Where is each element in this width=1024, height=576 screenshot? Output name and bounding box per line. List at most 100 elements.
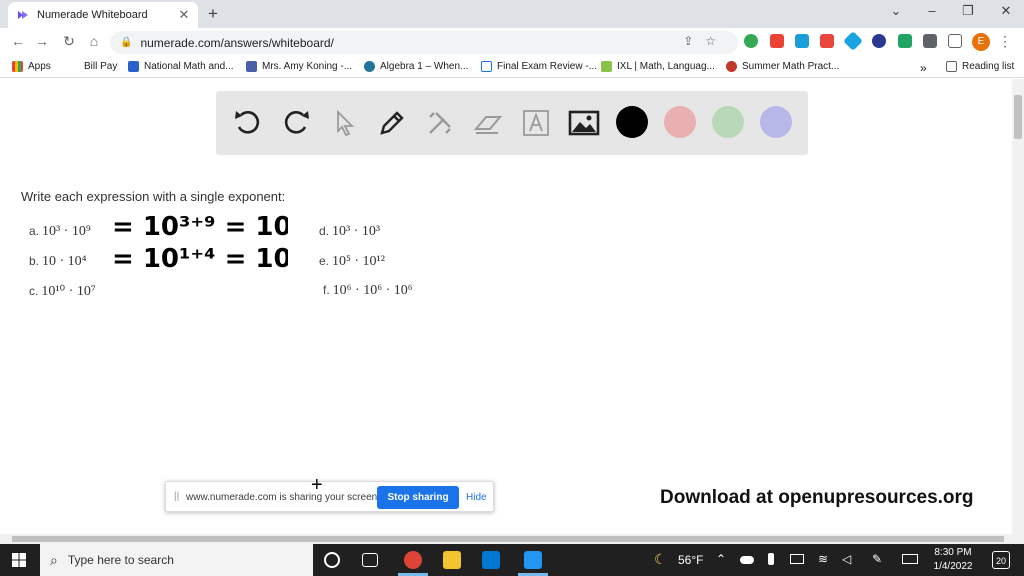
notifications-icon[interactable]: 20 <box>992 551 1010 569</box>
extension-camera-icon[interactable] <box>795 34 809 48</box>
wordpress-icon <box>364 61 375 72</box>
cast-icon[interactable] <box>948 34 962 48</box>
handwritten-work: = 10³⁺⁹ = 10¹² = 10¹⁺⁴ = 10⁵ <box>112 212 288 274</box>
microsoft-store-icon[interactable] <box>482 551 500 569</box>
home-button[interactable]: ⌂ <box>84 33 104 49</box>
whiteboard-page[interactable]: Write each expression with a single expo… <box>0 79 1012 534</box>
pointer-icon[interactable] <box>328 107 360 139</box>
problem-label: c. <box>29 284 39 298</box>
redo-icon[interactable] <box>280 107 312 139</box>
chrome-taskbar-icon[interactable] <box>404 551 422 569</box>
extension-bookmark-icon[interactable] <box>820 34 834 48</box>
weather-temp[interactable]: 56°F <box>678 553 703 567</box>
file-explorer-icon[interactable] <box>443 551 461 569</box>
url-text: numerade.com/answers/whiteboard/ <box>140 35 334 50</box>
undo-icon[interactable] <box>232 107 264 139</box>
restore-button[interactable]: ❐ <box>948 3 988 19</box>
lock-icon: 🔒 <box>120 37 133 48</box>
bookmark-algebra-1[interactable]: Algebra 1 – When... <box>364 61 468 72</box>
bookmark-label: Final Exam Review -... <box>497 61 598 72</box>
keyboard-icon[interactable] <box>902 554 918 564</box>
tools-icon[interactable] <box>424 107 456 139</box>
extension-diamond-icon[interactable] <box>843 31 863 51</box>
profile-avatar[interactable]: E <box>972 33 990 51</box>
problem-expression: 10³ · 10⁹ <box>42 224 91 239</box>
reload-button[interactable]: ↻ <box>59 33 79 50</box>
problem-f: f. 10⁶ · 10⁶ · 10⁶ <box>323 283 413 299</box>
color-pink-swatch[interactable] <box>664 106 696 138</box>
task-view-icon[interactable] <box>362 553 378 567</box>
bookmarks-overflow[interactable]: » <box>920 61 927 75</box>
chevron-up-icon[interactable]: ⌃ <box>716 552 726 566</box>
extensions-puzzle-icon[interactable] <box>923 34 937 48</box>
drag-handle-icon[interactable]: || <box>174 491 179 502</box>
menu-icon[interactable]: ⋮ <box>998 33 1012 50</box>
tab-strip: Numerade Whiteboard ✕ + ⌄ – ❐ ✕ <box>0 0 1024 28</box>
search-icon: ⌕ <box>50 551 58 568</box>
problem-label: e. <box>319 254 330 268</box>
forward-button[interactable]: → <box>32 33 52 49</box>
address-bar[interactable]: 🔒 numerade.com/answers/whiteboard/ ⇪☆ <box>110 31 738 54</box>
app-taskbar-icon[interactable] <box>524 551 542 569</box>
problem-b: b. 10 · 10⁴ <box>29 254 87 270</box>
color-black-swatch[interactable] <box>616 106 648 138</box>
windows-taskbar: ⌕ Type here to search ☾ 56°F ⌃ ≋ ◁ ✎ 8:3… <box>0 544 1024 576</box>
bookmark-summer-math[interactable]: Summer Math Pract... <box>726 61 839 72</box>
bookmark-label: Summer Math Pract... <box>742 61 840 72</box>
extension-red-arrow-icon[interactable] <box>770 34 784 48</box>
page-icon <box>246 61 257 72</box>
usb-icon[interactable] <box>768 553 774 565</box>
scroll-thumb[interactable] <box>1014 95 1022 139</box>
stop-sharing-button[interactable]: Stop sharing <box>377 486 459 509</box>
bookmark-ixl[interactable]: IXL | Math, Languag... <box>601 61 715 72</box>
bookmark-final-exam[interactable]: Final Exam Review -... <box>481 61 597 72</box>
horizontal-scrollbar[interactable] <box>0 534 1024 544</box>
extension-sheet-icon[interactable] <box>898 34 912 48</box>
wifi-icon[interactable]: ≋ <box>818 552 828 566</box>
bookmark-label: Bill Pay <box>84 61 118 72</box>
problem-label: f. <box>323 283 330 297</box>
display-icon[interactable] <box>790 554 804 564</box>
color-purple-swatch[interactable] <box>760 106 792 138</box>
eraser-icon[interactable] <box>472 107 504 139</box>
extension-green-icon[interactable] <box>744 34 758 48</box>
windows-start-icon[interactable] <box>12 553 26 567</box>
whiteboard-toolbar <box>216 91 808 155</box>
hide-button[interactable]: Hide <box>466 492 487 503</box>
system-clock[interactable]: 8:30 PM 1/4/2022 <box>930 546 976 574</box>
color-green-swatch[interactable] <box>712 106 744 138</box>
pen-workspace-icon[interactable]: ✎ <box>872 552 882 566</box>
tab-search-icon[interactable]: ⌄ <box>876 3 916 19</box>
watermark-text: Download at openupresources.org <box>660 487 974 508</box>
extension-k-icon[interactable] <box>872 34 886 48</box>
share-bookmark-icons[interactable]: ⇪☆ <box>683 34 728 48</box>
bookmark-national-math[interactable]: National Math and... <box>128 61 234 72</box>
tab-numerade-whiteboard[interactable]: Numerade Whiteboard ✕ <box>8 2 198 28</box>
reading-list[interactable]: Reading list <box>946 61 1014 72</box>
back-button[interactable]: ← <box>8 33 28 49</box>
bookmark-apps[interactable]: Apps <box>12 61 51 72</box>
bookmark-bill-pay[interactable]: Bill Pay <box>84 61 117 72</box>
pen-icon[interactable] <box>376 107 408 139</box>
cortana-icon[interactable] <box>324 552 340 568</box>
new-tab-button[interactable]: + <box>208 4 218 24</box>
ixl-icon <box>601 61 612 72</box>
close-window-button[interactable]: ✕ <box>986 3 1024 19</box>
vertical-scrollbar[interactable] <box>1012 79 1024 534</box>
text-icon[interactable] <box>520 107 552 139</box>
national-math-icon <box>128 61 139 72</box>
bookmark-mrs-koning[interactable]: Mrs. Amy Koning -... <box>246 61 352 72</box>
taskbar-search-box[interactable]: ⌕ Type here to search <box>40 544 313 576</box>
close-tab-icon[interactable]: ✕ <box>176 7 192 23</box>
problem-label: b. <box>29 254 40 268</box>
screen-share-bar: || www.numerade.com is sharing your scre… <box>165 481 494 512</box>
handwriting-line-2: = 10¹⁺⁴ = 10⁵ <box>112 244 288 274</box>
problem-expression: 10⁵ · 10¹² <box>332 254 385 269</box>
volume-icon[interactable]: ◁ <box>842 552 851 566</box>
onedrive-icon[interactable] <box>740 556 754 564</box>
minimize-button[interactable]: – <box>912 3 952 18</box>
image-icon[interactable] <box>568 107 600 139</box>
bookmark-label: IXL | Math, Languag... <box>617 61 715 72</box>
handwriting-line-1: = 10³⁺⁹ = 10¹² <box>112 212 288 242</box>
horizontal-scroll-thumb[interactable] <box>12 536 1004 542</box>
